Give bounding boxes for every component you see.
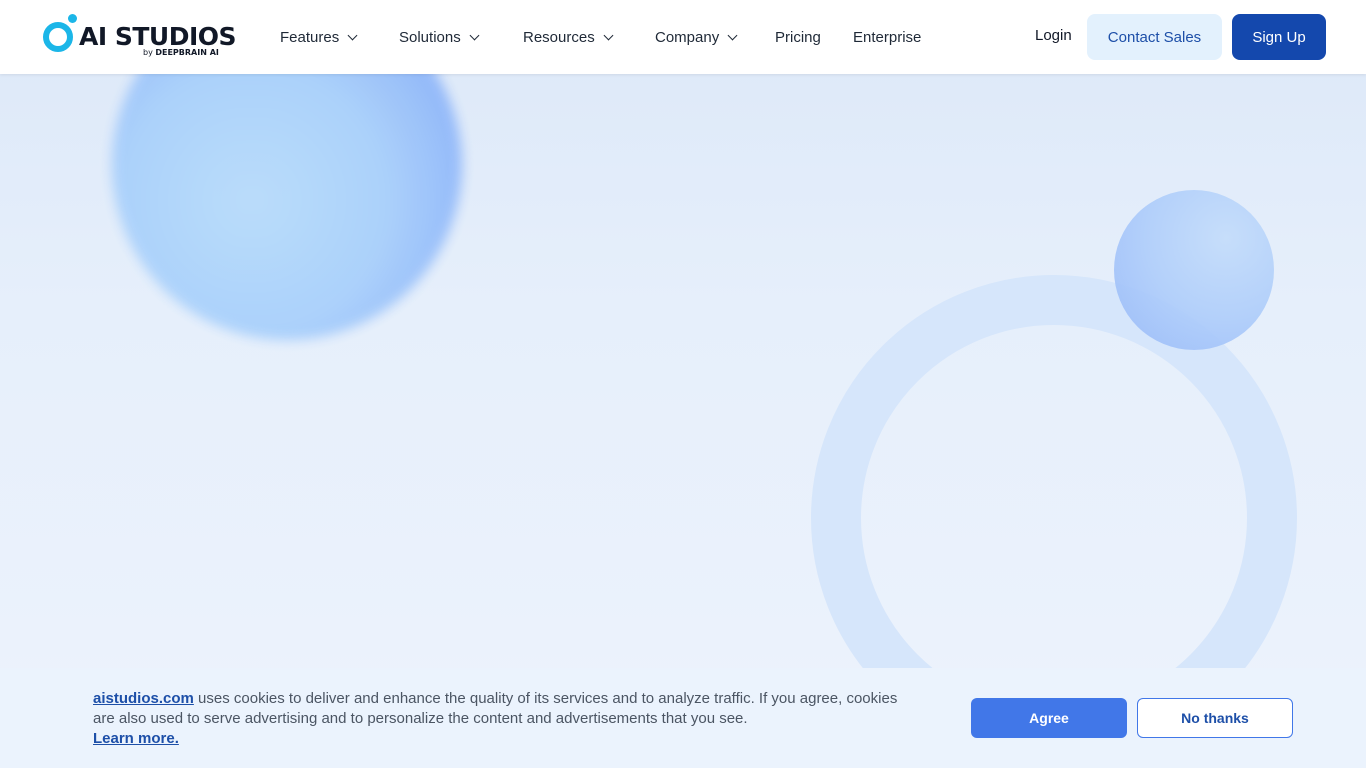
nav-pricing[interactable]: Pricing <box>775 27 821 47</box>
nav-solutions[interactable]: Solutions <box>399 27 480 47</box>
sign-up-button[interactable]: Sign Up <box>1232 14 1326 60</box>
logo-ring-icon <box>43 22 73 52</box>
decorative-blob-small <box>1114 190 1274 350</box>
nav-company-label: Company <box>655 28 720 46</box>
site-link[interactable]: aistudios.com <box>93 690 194 707</box>
nav-resources[interactable]: Resources <box>523 27 614 47</box>
chevron-down-icon <box>347 30 358 40</box>
logo-text: AI STUDIOS <box>79 22 237 51</box>
cookie-message-text: uses cookies to deliver and enhance the … <box>93 690 898 727</box>
nav-pricing-label: Pricing <box>775 28 821 46</box>
learn-more-link[interactable]: Learn more. <box>93 730 179 747</box>
logo-sub-prefix: by <box>143 48 156 57</box>
logo-subtitle: by DEEPBRAIN AI <box>143 48 219 57</box>
nav-enterprise[interactable]: Enterprise <box>853 27 921 47</box>
chevron-down-icon <box>727 30 738 40</box>
no-thanks-button[interactable]: No thanks <box>1137 698 1293 738</box>
logo[interactable]: AI STUDIOS by DEEPBRAIN AI <box>43 14 237 60</box>
site-header: AI STUDIOS by DEEPBRAIN AI Features Solu… <box>0 0 1366 74</box>
login-link[interactable]: Login <box>1035 27 1072 44</box>
cookie-message: aistudios.com uses cookies to deliver an… <box>93 689 923 749</box>
logo-sub-brand: DEEPBRAIN AI <box>155 48 219 57</box>
nav-solutions-label: Solutions <box>399 28 461 46</box>
nav-resources-label: Resources <box>523 28 595 46</box>
logo-dot-icon <box>68 14 77 23</box>
chevron-down-icon <box>469 30 480 40</box>
nav-features[interactable]: Features <box>280 27 358 47</box>
agree-button[interactable]: Agree <box>971 698 1127 738</box>
cookie-banner: aistudios.com uses cookies to deliver an… <box>0 668 1366 768</box>
nav-company[interactable]: Company <box>655 27 738 47</box>
nav-features-label: Features <box>280 28 340 46</box>
nav-enterprise-label: Enterprise <box>853 28 922 46</box>
contact-sales-button[interactable]: Contact Sales <box>1087 14 1222 60</box>
chevron-down-icon <box>603 30 614 40</box>
